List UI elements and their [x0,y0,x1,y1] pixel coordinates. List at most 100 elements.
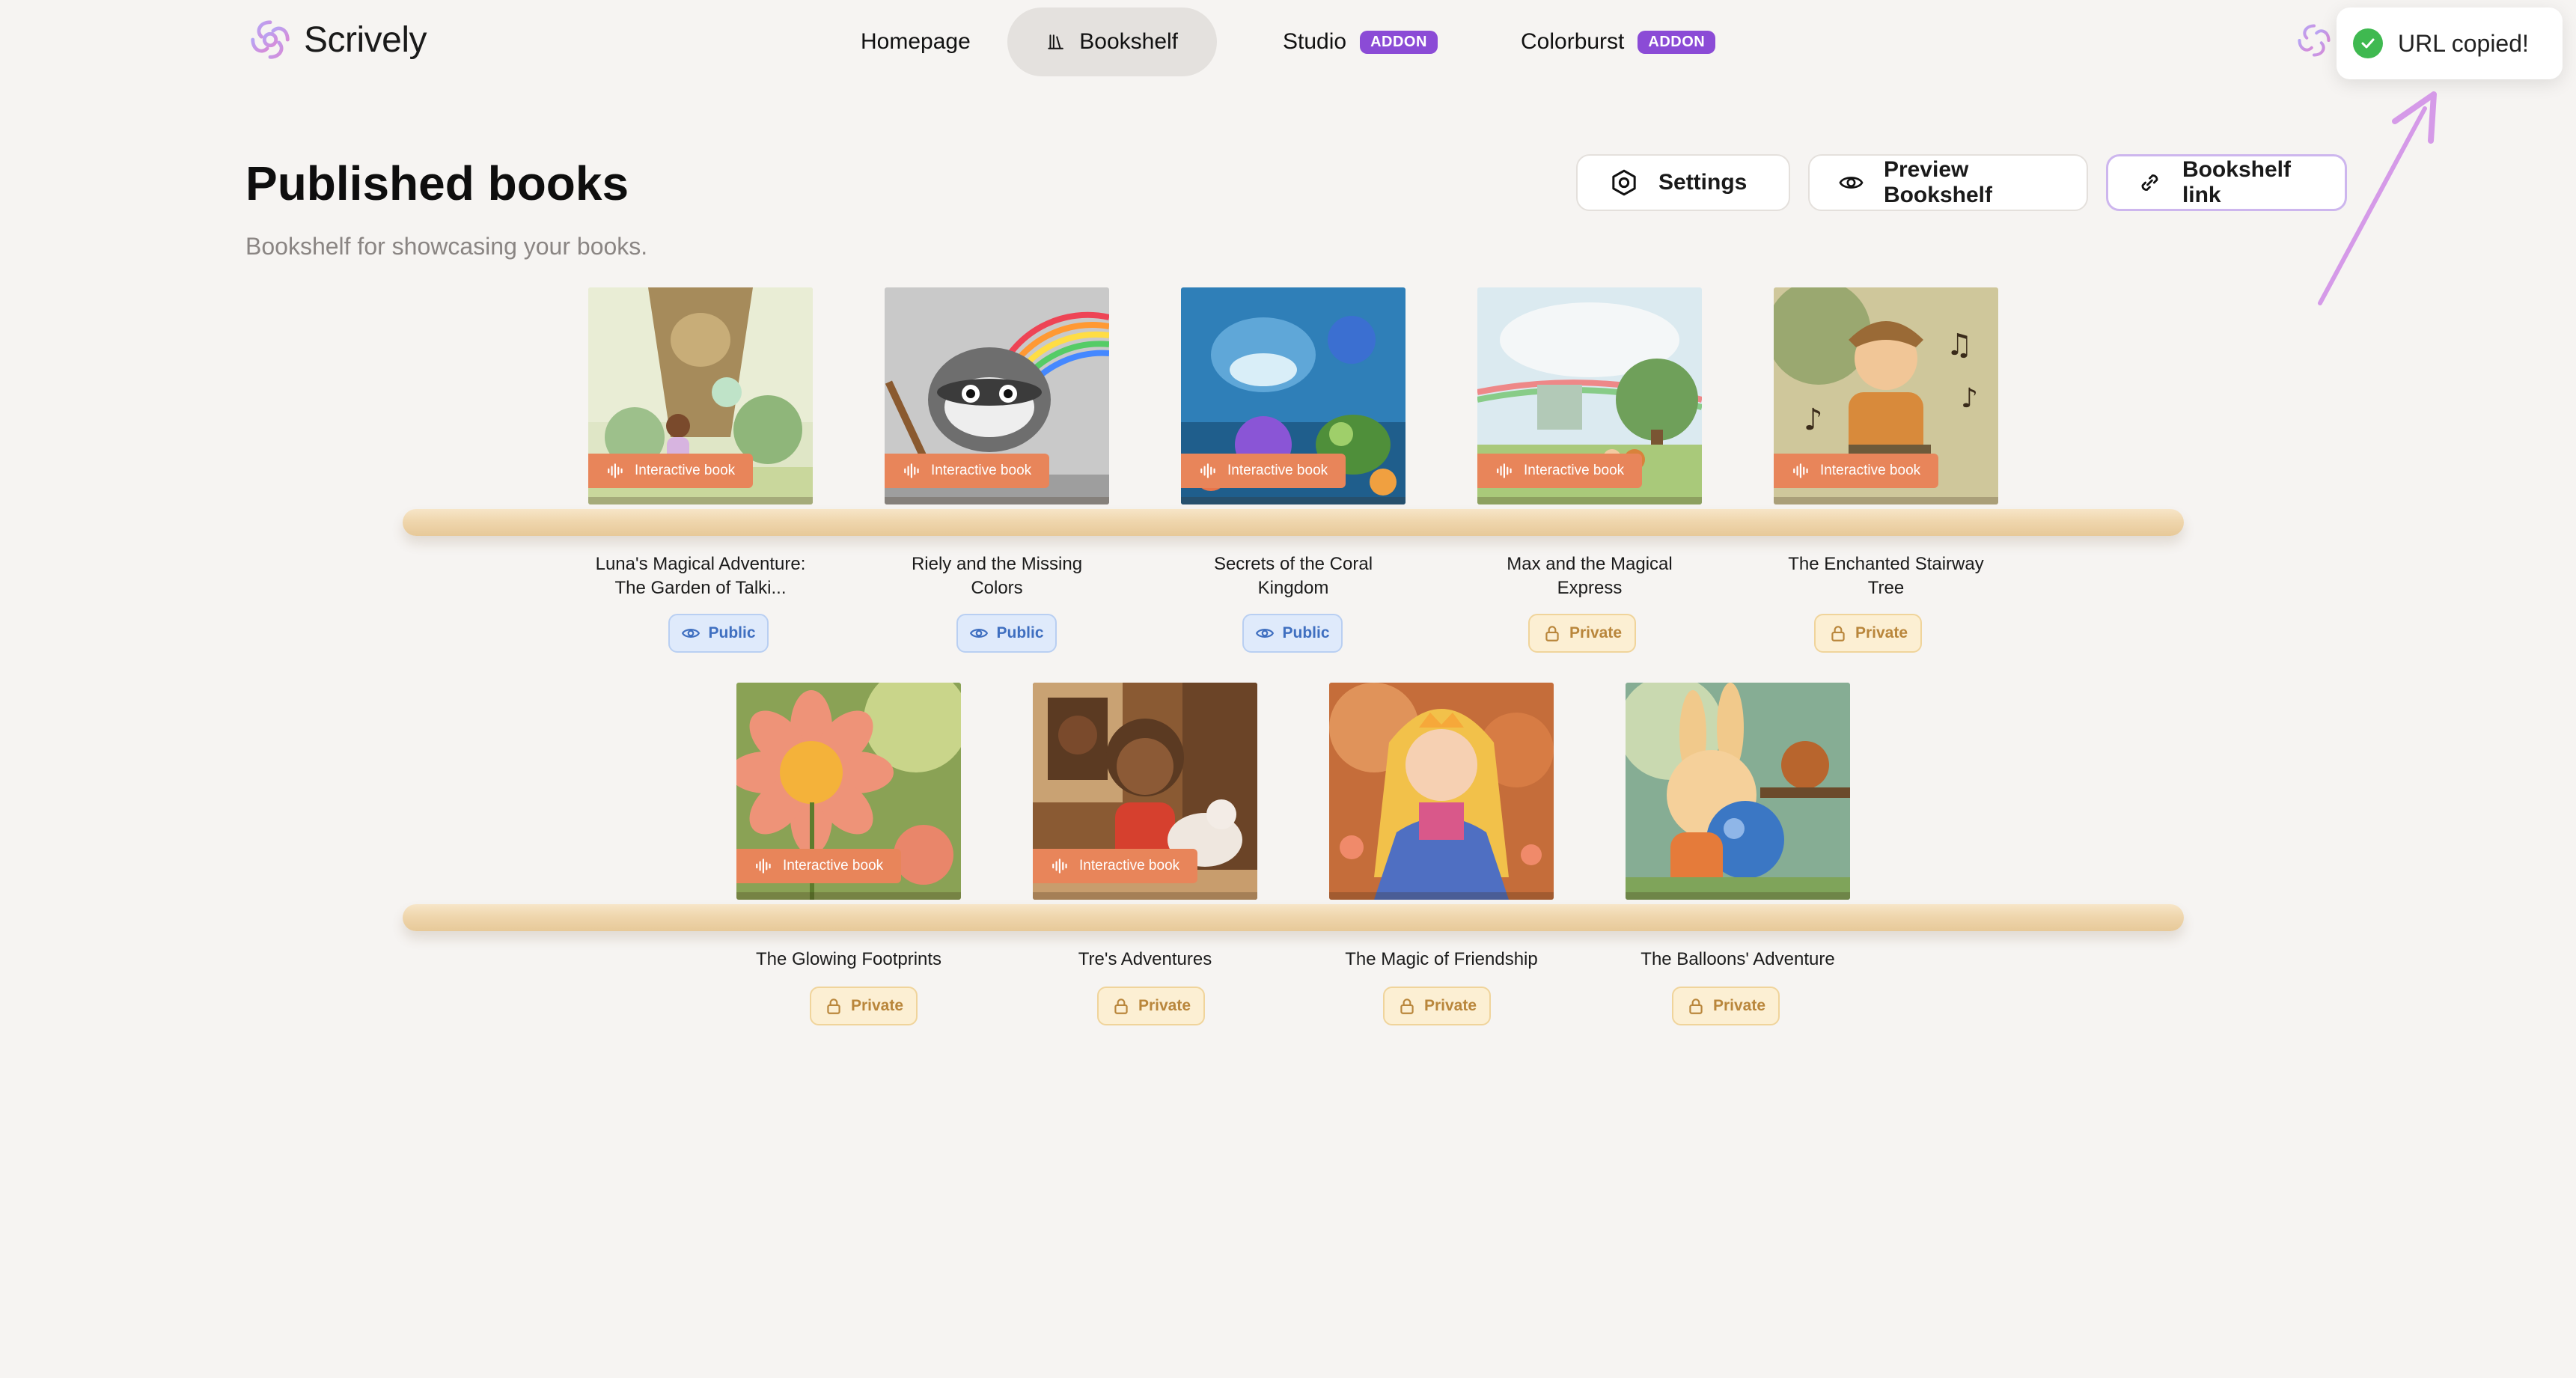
book-cover[interactable]: Interactive book [1477,287,1702,504]
audio-wave-icon [1052,859,1067,874]
status-badge-private[interactable]: Private [1097,987,1205,1025]
eye-icon [970,629,989,638]
check-circle-icon [2353,28,2383,58]
toast-message: URL copied! [2398,29,2529,57]
status-label: Private [1138,997,1191,1014]
main-nav: Homepage Bookshelf Studio ADDON Colorbur… [808,7,1745,76]
preview-label: Preview Bookshelf [1883,157,1992,207]
status-badge-private[interactable]: Private [1528,614,1636,653]
status-badge-private[interactable]: Private [1383,987,1491,1025]
page-title: Published books [245,156,629,210]
book-card[interactable]: Interactive book Tre's Adventures Privat… [1033,683,1257,1025]
book-cover[interactable]: Interactive book [736,683,961,900]
lock-icon [827,999,840,1014]
bookshelf-link-button[interactable]: Bookshelf link [2106,154,2347,211]
book-title: The Magic of Friendship [1292,948,1591,972]
interactive-book-label: Interactive book [783,858,884,874]
book-card[interactable]: Interactive book The Glowing Footprints … [736,683,961,1025]
book-cover-image [1626,683,1850,900]
book-card[interactable]: Interactive book Riely and the Missing C… [885,287,1109,653]
status-badge-public[interactable]: Public [956,614,1057,653]
status-badge-public[interactable]: Public [668,614,769,653]
bookshelf-icon [1048,34,1063,49]
status-badge-private[interactable]: Private [810,987,918,1025]
book-title-line: Kingdom [1257,578,1329,598]
book-title-line: The Garden of Talki... [614,578,787,598]
status-badge-private[interactable]: Private [1672,987,1780,1025]
cover-base [1329,892,1554,900]
book-card[interactable]: Interactive book Secrets of the Coral Ki… [1181,287,1405,653]
book-cover[interactable]: Interactive book [1181,287,1405,504]
cover-base [885,497,1109,504]
cover-base [1181,497,1405,504]
settings-button[interactable]: Settings [1576,154,1790,211]
interactive-book-tag: Interactive book [1774,454,1939,488]
nav-item-bookshelf[interactable]: Bookshelf [1007,7,1217,76]
interactive-book-label: Interactive book [1079,858,1180,874]
book-cover[interactable]: ♪ ♫ ♪ Interactive book [1774,287,1998,504]
book-title: Tre's Adventures [995,948,1295,972]
preview-bookshelf-button[interactable]: Preview Bookshelf [1808,154,2088,211]
bookshelf-board-2 [403,904,2184,931]
nav-item-homepage[interactable]: Homepage [808,7,994,76]
book-card[interactable]: The Magic of Friendship Private [1329,683,1554,1025]
interactive-book-tag: Interactive book [1181,454,1346,488]
audio-wave-icon [904,463,919,478]
interactive-book-tag: Interactive book [588,454,754,488]
book-title-line: Tre's Adventures [1078,949,1212,969]
audio-wave-icon [756,859,771,874]
cover-base [1626,892,1850,900]
audio-wave-icon [1200,463,1215,478]
scrively-logo-icon [251,20,290,59]
book-card[interactable]: Interactive book Luna's Magical Adventur… [588,287,813,653]
app-name: Scrively [304,19,427,60]
book-cover[interactable]: Interactive book [1033,683,1257,900]
interactive-book-tag: Interactive book [1033,849,1198,883]
nav-item-label: Bookshelf [1079,29,1178,54]
lock-icon [1689,999,1703,1014]
status-badge-private[interactable]: Private [1814,614,1922,653]
book-title-line: The Glowing Footprints [755,949,942,969]
nav-item-colorburst[interactable]: Colorburst ADDON [1468,7,1745,76]
cover-base [1774,497,1998,504]
eye-icon [682,629,701,638]
user-avatar[interactable] [2295,21,2334,60]
book-card[interactable]: ♪ ♫ ♪ Interactive book The Enchanted Sta… [1774,287,1998,653]
book-title-line: Secrets of the Coral [1213,554,1373,574]
book-title: The Enchanted Stairway Tree [1736,552,2036,600]
audio-wave-icon [1497,463,1512,478]
top-navigation-bar: Scrively Homepage Bookshelf Studio ADDON… [0,0,2576,84]
nav-item-studio[interactable]: Studio ADDON [1230,7,1455,76]
bookshelf-board-1 [403,509,2184,536]
addon-badge: ADDON [1360,30,1438,54]
book-card[interactable]: The Balloons' Adventure Private [1626,683,1850,1025]
book-title-line: The Enchanted Stairway [1788,554,1984,574]
book-title-line: Tree [1867,578,1905,598]
audio-wave-icon [608,463,623,478]
scrively-logo[interactable]: Scrively [247,16,427,63]
audio-wave-icon [1793,463,1808,478]
gear-icon [1612,169,1636,196]
book-title-line: Riely and the Missing [911,554,1083,574]
interactive-book-tag: Interactive book [885,454,1050,488]
interactive-book-label: Interactive book [1227,463,1328,478]
status-badge-public[interactable]: Public [1242,614,1343,653]
book-card[interactable]: Interactive book Max and the Magical Exp… [1477,287,1702,653]
cover-base [736,892,961,900]
bookshelf-link-label: Bookshelf link [2182,157,2291,207]
book-title: Max and the Magical Express [1440,552,1739,600]
book-cover[interactable] [1626,683,1850,900]
book-cover[interactable] [1329,683,1554,900]
interactive-book-tag: Interactive book [736,849,902,883]
url-copied-toast: URL copied! [2337,7,2563,79]
lock-icon [1831,626,1845,641]
status-label: Private [1569,624,1623,641]
nav-item-label: Studio [1283,29,1347,54]
settings-label: Settings [1658,170,1748,195]
book-cover[interactable]: Interactive book [588,287,813,504]
book-title: The Balloons' Adventure [1588,948,1887,972]
lock-icon [1114,999,1128,1014]
book-title-line: Luna's Magical Adventure: [595,554,806,574]
book-cover[interactable]: Interactive book [885,287,1109,504]
cover-base [588,497,813,504]
